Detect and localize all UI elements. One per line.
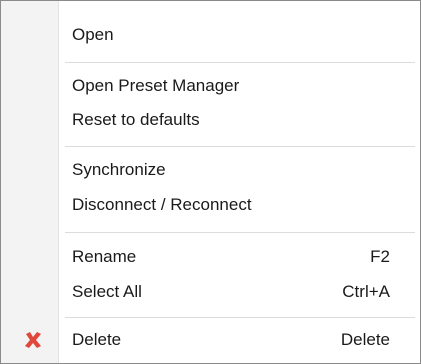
menu-item-rename[interactable]: Rename F2 [1, 243, 420, 271]
menu-item-shortcut: Delete [340, 330, 390, 349]
menu-item-label: Reset to defaults [72, 110, 200, 129]
context-menu: Open Open Preset Manager Reset to defaul… [0, 0, 421, 364]
menu-item-label: Disconnect / Reconnect [72, 195, 252, 214]
menu-separator [65, 232, 415, 233]
menu-separator [65, 146, 415, 147]
menu-item-label: Open Preset Manager [72, 76, 240, 95]
menu-item-open-preset-manager[interactable]: Open Preset Manager [1, 72, 420, 100]
menu-item-open[interactable]: Open [1, 21, 420, 49]
menu-item-select-all[interactable]: Select All Ctrl+A [1, 278, 420, 306]
menu-item-disconnect-reconnect[interactable]: Disconnect / Reconnect [1, 191, 420, 219]
menu-item-shortcut: F2 [370, 247, 390, 266]
menu-item-synchronize[interactable]: Synchronize [1, 156, 420, 184]
menu-separator [65, 317, 415, 318]
menu-item-label: Select All [72, 282, 142, 301]
menu-item-label: Open [72, 25, 114, 44]
menu-separator [65, 62, 415, 63]
menu-item-delete[interactable]: Delete Delete [1, 326, 420, 354]
menu-item-reset-to-defaults[interactable]: Reset to defaults [1, 106, 420, 134]
menu-items: Open Open Preset Manager Reset to defaul… [1, 1, 420, 363]
menu-item-label: Synchronize [72, 160, 166, 179]
delete-x-icon [23, 330, 43, 350]
menu-item-shortcut: Ctrl+A [342, 282, 390, 301]
menu-item-label: Rename [72, 247, 137, 266]
menu-item-label: Delete [72, 330, 122, 349]
